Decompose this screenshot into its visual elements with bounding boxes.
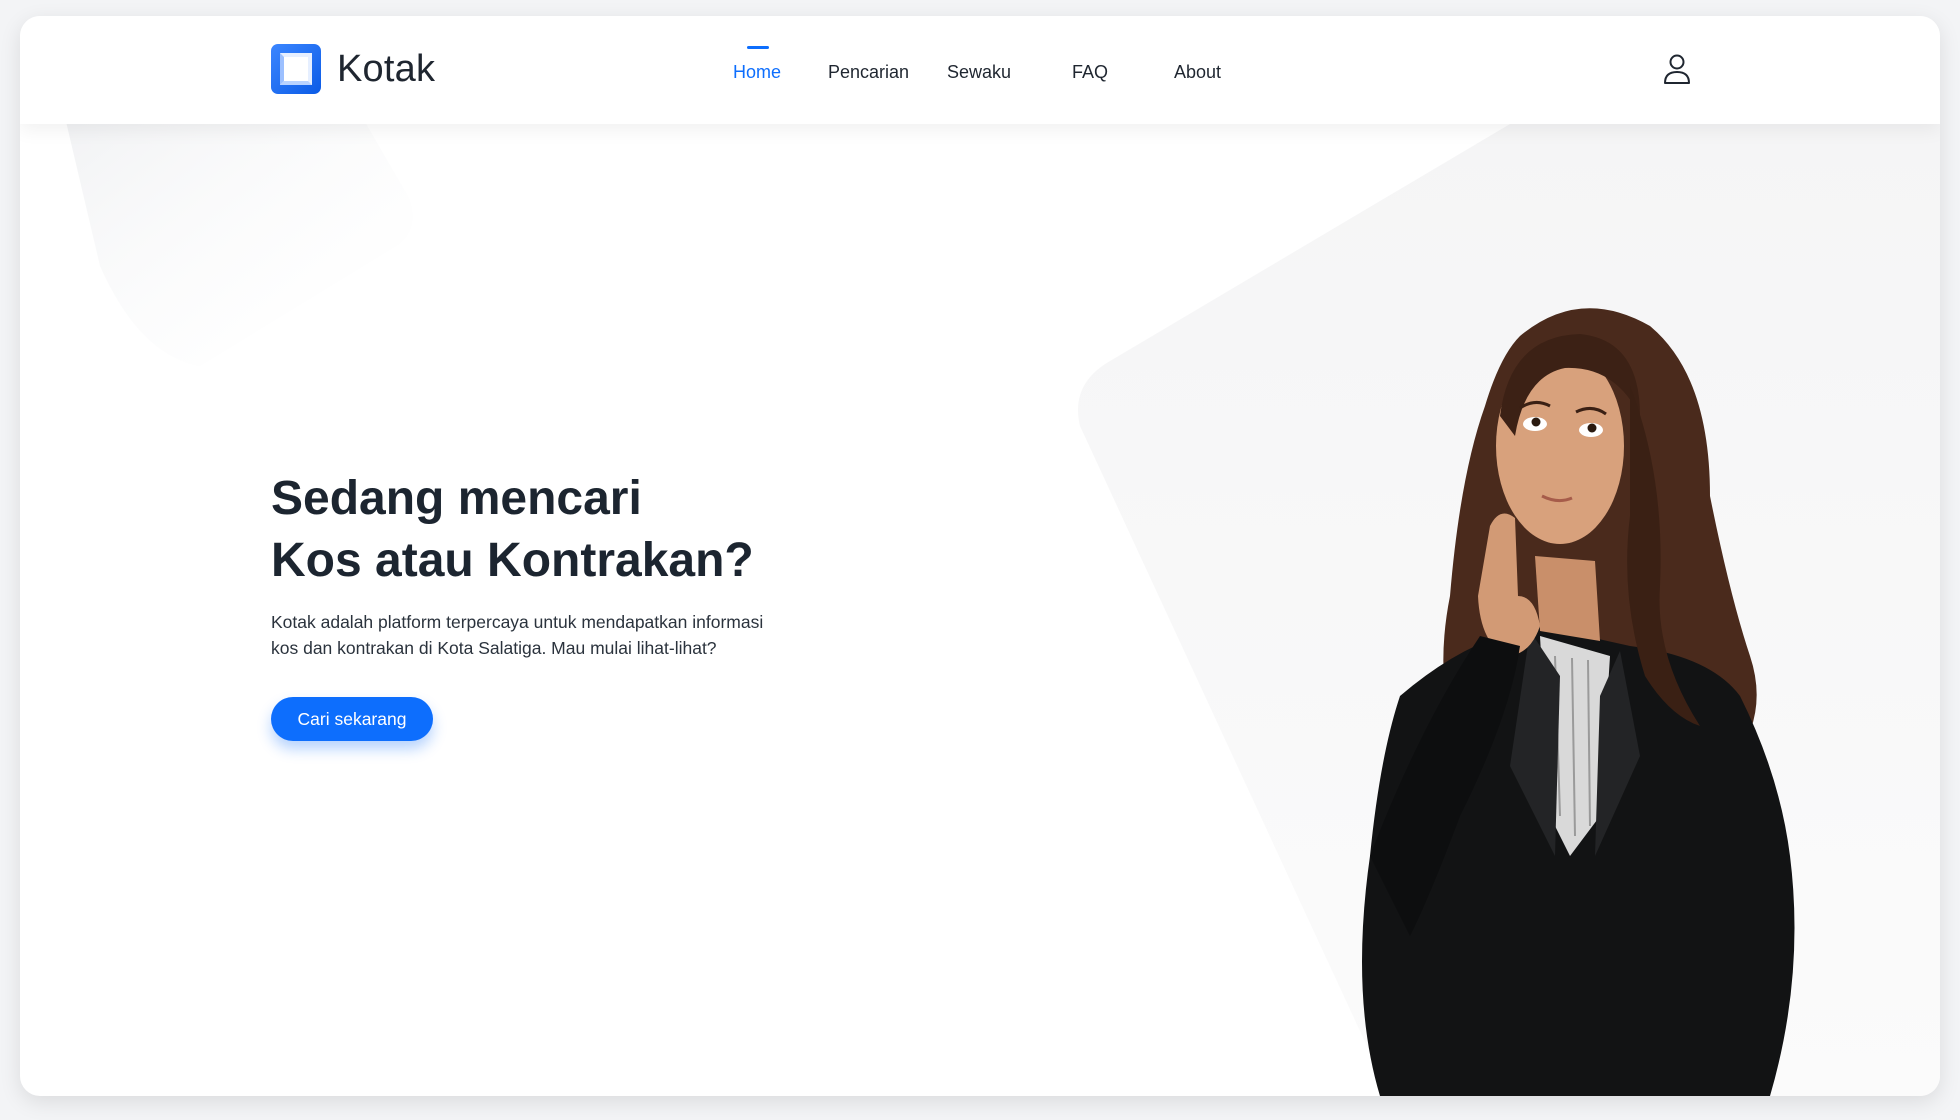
kotak-logo-icon [271,44,321,94]
user-account-icon[interactable] [1660,52,1694,86]
hero-title: Sedang mencari Kos atau Kontrakan? [271,468,754,592]
hero-description-line-1: Kotak adalah platform terpercaya untuk m… [271,612,764,632]
navbar: Kotak Home Pencarian Sewaku FAQ About [20,16,1940,124]
brand-name: Kotak [337,47,436,90]
thinking-woman-illustration [1362,308,1795,1096]
nav-about[interactable]: About [1174,62,1221,83]
hero-title-line-2: Kos atau Kontrakan? [271,534,754,587]
hero-description: Kotak adalah platform terpercaya untuk m… [271,609,831,661]
nav-home[interactable]: Home [733,62,781,83]
nav-sewaku[interactable]: Sewaku [947,62,1011,83]
landing-page: Kotak Home Pencarian Sewaku FAQ About Se… [20,16,1940,1096]
brand-logo[interactable]: Kotak [271,44,435,94]
nav-pencarian[interactable]: Pencarian [828,62,909,83]
nav-faq[interactable]: FAQ [1072,62,1108,83]
hero-title-line-1: Sedang mencari [271,472,642,525]
cari-sekarang-button[interactable]: Cari sekarang [271,697,433,741]
hero-description-line-2: kos dan kontrakan di Kota Salatiga. Mau … [271,638,717,658]
nav-active-indicator [747,46,769,49]
